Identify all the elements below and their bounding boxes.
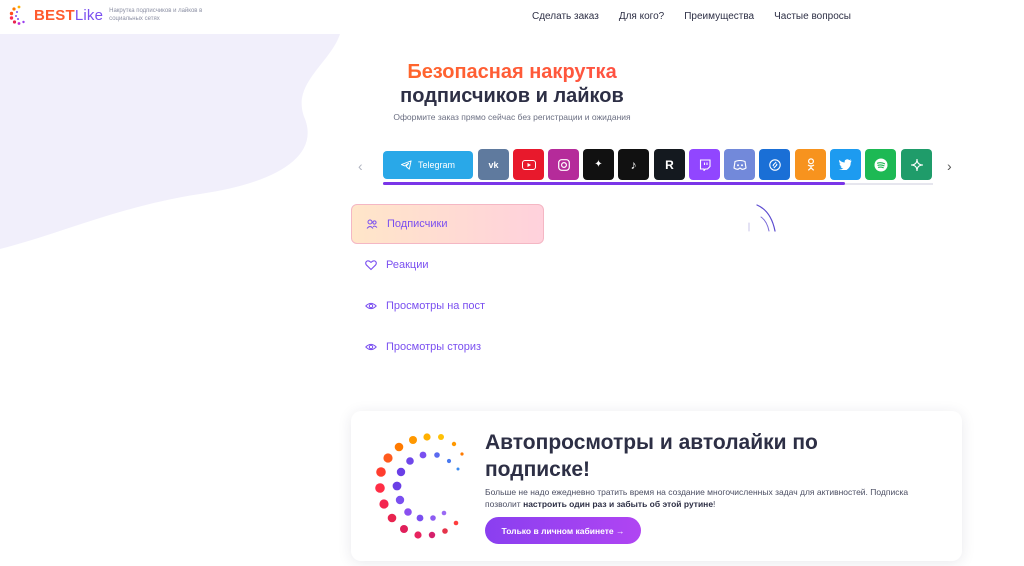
discord-icon (732, 159, 747, 170)
platform-twitch-button[interactable] (689, 149, 720, 180)
platform-threads-button[interactable]: ✦ (583, 149, 614, 180)
platform-rutube-button[interactable]: R (654, 149, 685, 180)
header: BESTLike Накрутка подписчиков и лайков в… (0, 0, 1024, 34)
platform-instagram-button[interactable] (548, 149, 579, 180)
dots-ring-illustration (375, 433, 464, 539)
vk-icon: vk (488, 159, 499, 170)
tiktok-icon: ♪ (630, 157, 637, 172)
platform-telegram-label: Telegram (417, 160, 455, 170)
chevron-right-icon[interactable]: › (947, 158, 952, 174)
platform-youtube-button[interactable] (513, 149, 544, 180)
platform-odnoklassniki-button[interactable] (795, 149, 826, 180)
platform-twitter-button[interactable] (830, 149, 861, 180)
logo-like: Like (74, 6, 104, 24)
platform-dzen-button[interactable] (901, 149, 932, 180)
service-story-views[interactable]: Просмотры сториз (351, 327, 544, 367)
logo-icon (9, 5, 25, 25)
platform-shazam-button[interactable] (759, 149, 790, 180)
service-reactions[interactable]: Реакции (351, 245, 544, 285)
telegram-icon (400, 160, 412, 170)
loading-spinner-icon (748, 204, 776, 232)
promo-text-bold: настроить один раз и забыть об этой рути… (523, 499, 714, 509)
logo-best: BEST (34, 6, 75, 24)
youtube-icon (521, 159, 536, 170)
eye-icon (365, 302, 377, 310)
hero-title-line2: подписчиков и лайков (400, 85, 624, 107)
dzen-icon (910, 158, 923, 171)
rutube-icon: R (665, 157, 674, 172)
service-subscribers-label: Подписчики (387, 218, 448, 230)
service-post-views[interactable]: Просмотры на пост (351, 286, 544, 326)
nav-for-whom[interactable]: Для кого? (619, 11, 664, 22)
logo[interactable]: BESTLike Накрутка подписчиков и лайков в… (8, 4, 209, 26)
platform-telegram-button[interactable]: Telegram (383, 151, 473, 179)
service-post-views-label: Просмотры на пост (386, 300, 486, 312)
heart-icon (365, 260, 377, 271)
service-subscribers[interactable]: Подписчики (351, 204, 544, 244)
spotify-icon (874, 158, 887, 171)
nav-faq[interactable]: Частые вопросы (774, 11, 851, 22)
service-reactions-label: Реакции (386, 259, 429, 271)
promo-card: Автопросмотры и автолайки по подписке! Б… (351, 411, 962, 561)
platform-vk-button[interactable]: vk (478, 149, 509, 180)
odnoklassniki-icon (807, 158, 814, 171)
nav-make-order[interactable]: Сделать заказ (532, 11, 599, 22)
promo-description: Больше не надо ежедневно тратить время н… (485, 486, 945, 510)
promo-title: Автопросмотры и автолайки по подписке! (485, 431, 818, 481)
twitter-icon (839, 159, 852, 170)
platform-tiktok-button[interactable]: ♪ (618, 149, 649, 180)
threads-icon: ✦ (594, 159, 603, 170)
logo-tagline: Накрутка подписчиков и лайков в социальн… (109, 8, 203, 22)
platform-spotify-button[interactable] (865, 149, 896, 180)
users-icon (366, 219, 378, 229)
nav-advantages[interactable]: Преимущества (684, 11, 754, 22)
service-story-views-label: Просмотры сториз (386, 341, 482, 353)
personal-cabinet-button[interactable]: Только в личном кабинете → (485, 517, 641, 544)
platform-discord-button[interactable] (724, 149, 755, 180)
chevron-left-icon[interactable]: ‹ (358, 158, 363, 174)
hero-subtitle: Оформите заказ прямо сейчас без регистра… (393, 112, 631, 122)
shazam-icon (768, 158, 781, 171)
main-nav: Сделать заказ Для кого? Преимущества Час… (532, 11, 851, 22)
logo-wordmark: BESTLike (34, 7, 103, 24)
eye-icon (365, 343, 377, 351)
twitch-icon (699, 158, 711, 171)
platform-scroll-indicator[interactable] (383, 182, 845, 185)
promo-text-part2: ! (713, 499, 716, 509)
hero-title-line1: Безопасная накрутка (0, 61, 1024, 84)
instagram-icon (557, 158, 570, 171)
